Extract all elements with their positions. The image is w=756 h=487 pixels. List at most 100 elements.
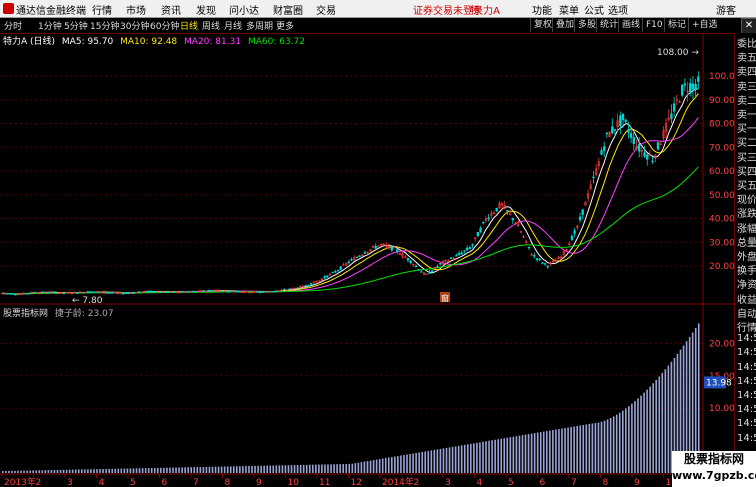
period-tab-5min[interactable]: 5分钟 — [64, 19, 88, 32]
indicator-bar — [68, 469, 71, 473]
close-icon[interactable]: ✕ — [741, 18, 756, 34]
period-tab-multi[interactable]: 多周期 — [246, 19, 273, 32]
indicator-bar — [448, 447, 451, 473]
indicator-bar — [494, 439, 496, 473]
period-tab-daily[interactable]: 日线 — [180, 19, 198, 32]
indicator-bar — [339, 464, 341, 473]
candle-body — [33, 292, 36, 294]
menu-item-discover[interactable]: 发现 — [196, 2, 216, 17]
indicator-bar — [342, 464, 344, 473]
period-tab-30min[interactable]: 30分钟 — [120, 19, 149, 32]
indicator-bar — [214, 466, 217, 473]
menu-item-menu[interactable]: 菜单 — [559, 2, 579, 17]
indicator-bar — [239, 466, 241, 473]
side-panel-item: 总量 — [737, 237, 756, 249]
ma10-label: MA10: 92.48 — [120, 37, 178, 47]
price-tick-label: 70.00 — [709, 143, 734, 153]
kline-chart[interactable]: 100.0 90.00 80.00 70.00 60.00 50.00 40.00 30.00… — [0, 33, 734, 487]
f10-button[interactable]: F10 — [642, 18, 666, 32]
indicator-bar — [20, 470, 22, 473]
candle-body — [304, 285, 307, 287]
indicator-bar — [56, 469, 59, 473]
indicator-bar — [2, 471, 4, 473]
menu-item-wealth[interactable]: 财富圈 — [273, 2, 303, 17]
indicator-bar — [5, 470, 7, 473]
candle-body — [331, 271, 334, 274]
candle-body — [581, 209, 584, 215]
candle-body — [11, 293, 14, 295]
indicator-bar — [618, 412, 621, 473]
period-tab-timeshare[interactable]: 分时 — [4, 19, 22, 32]
menu-item-news[interactable]: 资讯 — [161, 2, 181, 17]
indicator-bar — [105, 468, 107, 473]
indicator-current-value: 13.98 — [706, 378, 732, 388]
candle-body — [121, 293, 125, 295]
indicator-bar — [251, 465, 253, 473]
indicator-bar — [160, 467, 162, 473]
period-tab-1min[interactable]: 1分钟 — [38, 19, 62, 32]
add-favorite-button[interactable]: +自选 — [688, 18, 721, 32]
mark-button[interactable]: 标记 — [664, 18, 689, 32]
indicator-bar — [552, 430, 554, 473]
candle-body — [154, 291, 157, 293]
indicator-bar — [175, 467, 177, 473]
candle-body — [611, 126, 614, 134]
candle-body — [592, 176, 595, 178]
candle-body — [310, 283, 313, 285]
indicator-bar — [603, 420, 606, 473]
indicator-bar — [236, 466, 238, 473]
menu-item-formula[interactable]: 公式 — [584, 2, 604, 17]
time-tick-label: 10 — [288, 478, 300, 487]
candle-body — [25, 292, 28, 295]
menu-item-ask[interactable]: 问小达 — [229, 2, 259, 17]
indicator-bar — [62, 469, 65, 473]
indicator-bar — [460, 445, 463, 473]
indicator-bar — [412, 453, 414, 473]
period-tab-monthly[interactable]: 月线 — [224, 19, 242, 32]
indicator-bar — [451, 446, 454, 473]
indicator-bar — [327, 464, 329, 473]
candle-body — [455, 255, 458, 257]
time-tick-label: 2013年 — [4, 476, 36, 487]
indicator-bar — [354, 463, 357, 473]
indicator-bar — [558, 429, 560, 473]
indicator-bar — [290, 465, 293, 473]
app-name: 通达信金融终端 — [16, 6, 86, 17]
indicator-bar — [23, 470, 25, 473]
indicator-bar — [11, 470, 13, 473]
indicator-bar — [257, 465, 259, 473]
time-tick-label: 11 — [319, 478, 330, 487]
side-panel-item: 买四 — [737, 166, 756, 178]
menu-item-market[interactable]: 行情 — [92, 2, 112, 17]
indicator-bar — [324, 464, 326, 473]
period-tab-60min[interactable]: 60分钟 — [150, 19, 179, 32]
menu-item-options[interactable]: 选项 — [608, 2, 628, 17]
period-tab-more[interactable]: 更多 — [276, 19, 294, 32]
side-panel-item: 卖四 — [737, 67, 756, 79]
period-tab-15min[interactable]: 15分钟 — [90, 19, 119, 32]
indicator-bar — [272, 465, 275, 473]
candle-body — [111, 292, 114, 294]
watermark-url: www.7gpzb.com — [672, 469, 756, 482]
indicator-bar — [655, 379, 658, 473]
candle-body — [6, 293, 9, 295]
indicator-bar — [403, 455, 405, 473]
indicator-bar — [533, 433, 536, 473]
draw-line-button[interactable]: 画线 — [618, 18, 643, 32]
menu-item-trade[interactable]: 交易 — [316, 2, 336, 17]
menu-item-guest[interactable]: 游客 — [716, 2, 736, 17]
period-tab-weekly[interactable]: 周线 — [202, 19, 220, 32]
ma-lines — [1, 88, 699, 295]
candle-body — [350, 259, 353, 261]
candle-body — [393, 246, 396, 249]
indicator-bar — [305, 464, 308, 473]
indicator-bar — [229, 466, 232, 473]
indicator-bar — [400, 455, 402, 473]
candle-body — [258, 291, 262, 294]
stock-title: 特力A (日线) — [3, 37, 56, 47]
candle-body — [697, 76, 700, 82]
menu-item-markets[interactable]: 市场 — [126, 2, 146, 17]
indicator-bar — [643, 392, 645, 473]
indicator-bar — [35, 470, 38, 473]
menu-item-function[interactable]: 功能 — [532, 2, 552, 17]
